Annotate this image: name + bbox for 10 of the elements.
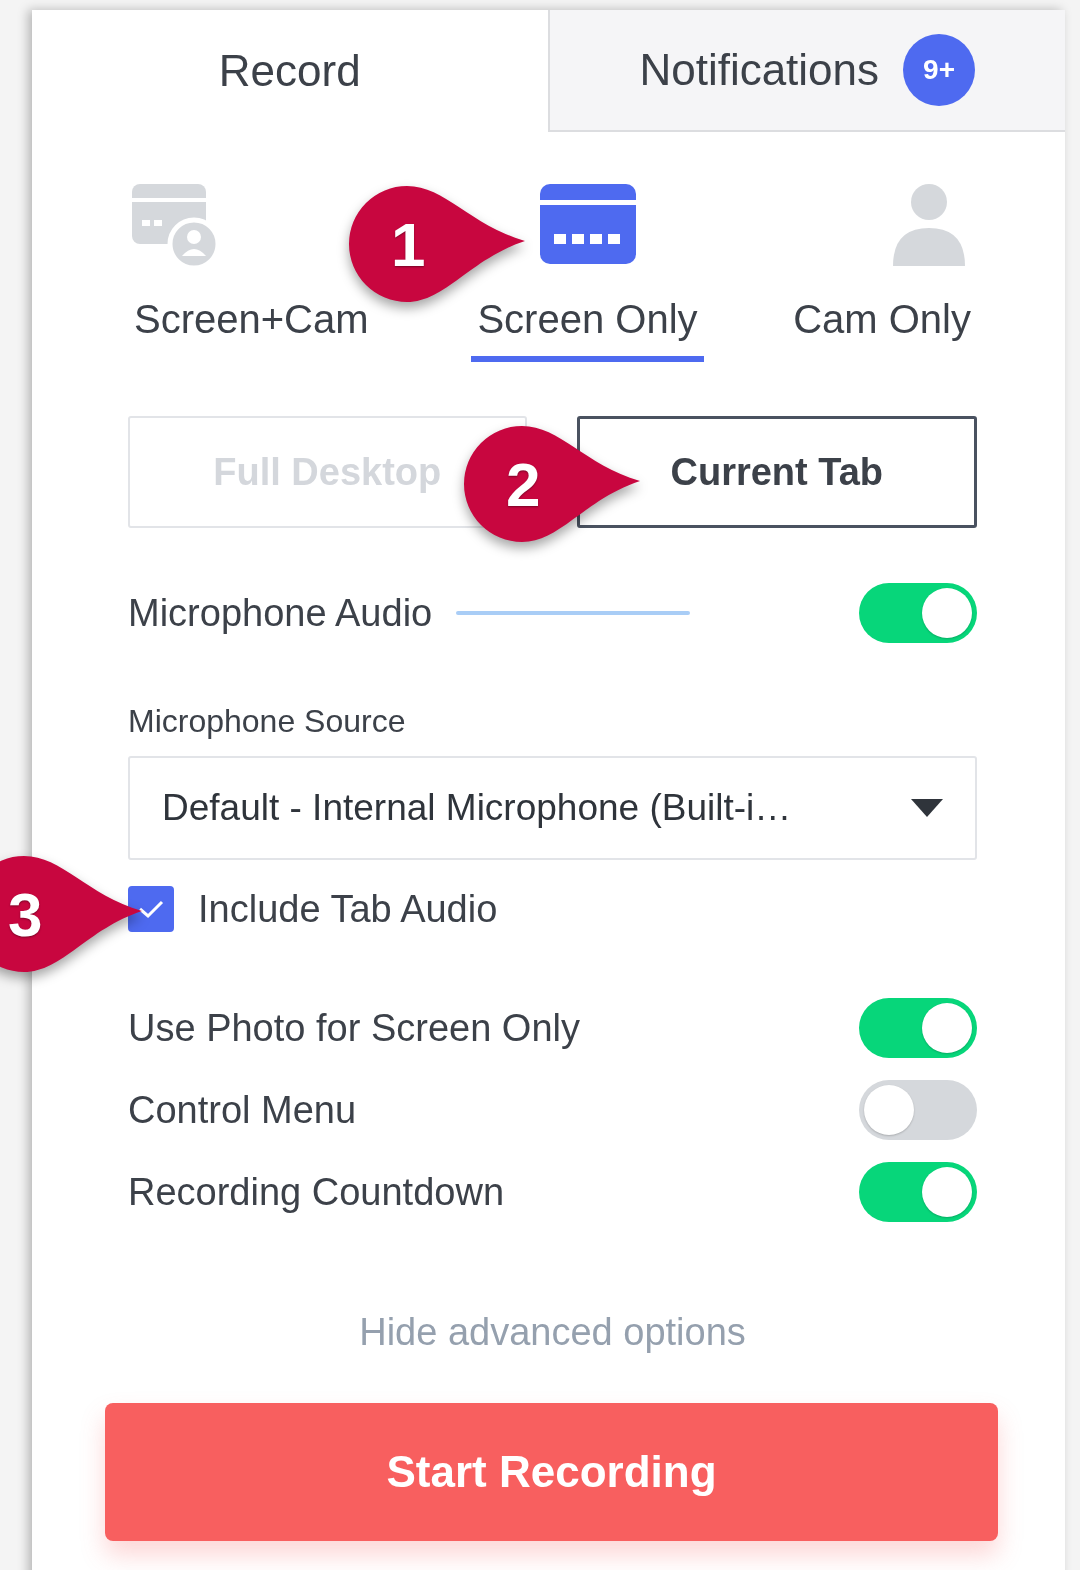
setting-label: Control Menu [128,1088,357,1132]
notification-badge: 9+ [903,34,976,106]
checkbox-label: Include Tab Audio [198,887,498,931]
setting-label: Use Photo for Screen Only [128,1006,580,1050]
tab-label: Notifications [639,45,880,95]
dropdown-value: Default - Internal Microphone (Built-i… [162,787,792,829]
microphone-audio-label: Microphone Audio [128,591,433,635]
field-label: Microphone Source [128,703,407,740]
setting-label: Recording Countdown [128,1170,504,1214]
callout-tooltip: 3 [0,853,144,975]
